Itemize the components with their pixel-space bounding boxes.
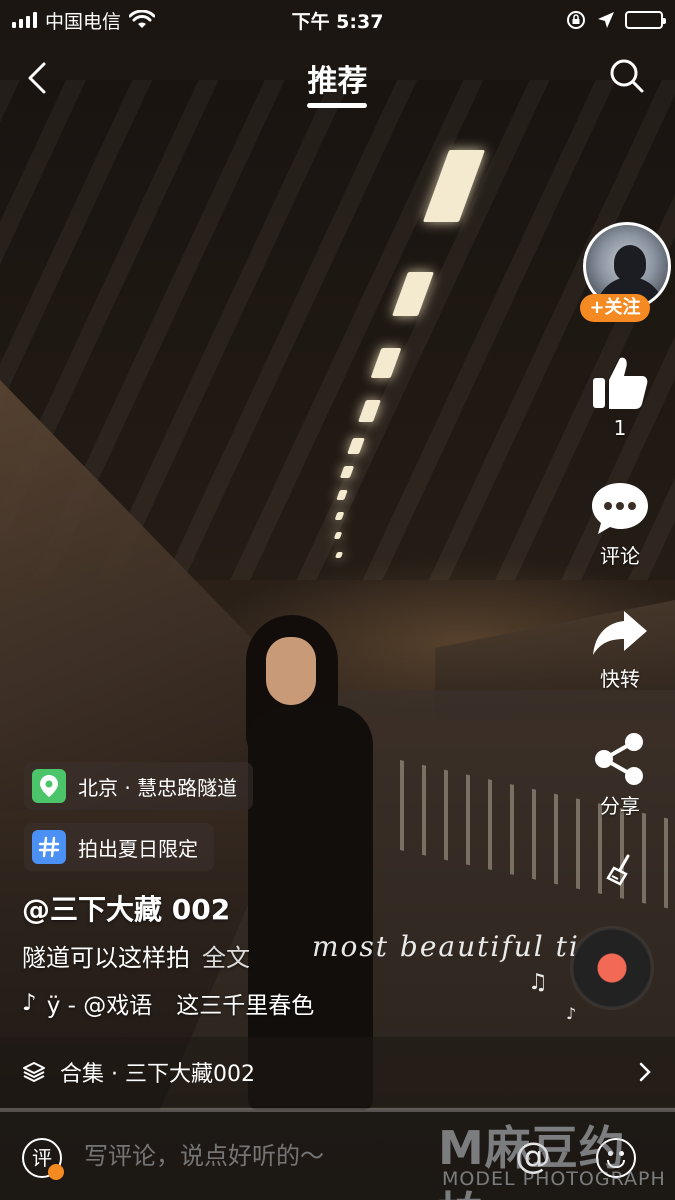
expand-caption-link[interactable]: 全文 bbox=[202, 944, 250, 972]
location-pin-icon bbox=[32, 769, 66, 803]
repost-button[interactable]: 快转 bbox=[565, 607, 675, 692]
author-name[interactable]: @三下大藏 002 bbox=[22, 888, 230, 928]
music-note-icon: ♪ bbox=[566, 1004, 577, 1023]
comment-ping-button[interactable]: 评 bbox=[22, 1138, 64, 1180]
notification-dot bbox=[48, 1164, 64, 1180]
signal-icon bbox=[12, 12, 37, 28]
status-bar: 中国电信 下午 5:37 bbox=[0, 0, 675, 40]
like-count: 1 bbox=[613, 416, 627, 440]
music-disc[interactable] bbox=[572, 928, 652, 1008]
search-icon[interactable] bbox=[607, 56, 647, 96]
model-figure bbox=[240, 615, 375, 1110]
collection-bar[interactable]: 合集 · 三下大藏002 bbox=[0, 1037, 675, 1107]
location-icon bbox=[598, 12, 614, 28]
comment-label: 评论 bbox=[600, 544, 640, 568]
cursive-overlay-text: most beautiful ti bbox=[312, 930, 580, 963]
chevron-right-icon bbox=[639, 1062, 651, 1082]
music-note-icon: ♫ bbox=[528, 970, 548, 995]
page-title[interactable]: 推荐 bbox=[0, 56, 675, 100]
location-label: 北京 · 慧忠路隧道 bbox=[78, 775, 238, 800]
topic-tag[interactable]: 拍出夏日限定 bbox=[24, 823, 214, 871]
broom-icon bbox=[606, 854, 630, 886]
post-caption: 隧道可以这样拍 全文 bbox=[22, 938, 250, 973]
battery-charging-icon bbox=[625, 11, 666, 29]
emoji-icon[interactable] bbox=[596, 1138, 636, 1178]
layers-icon bbox=[23, 1062, 45, 1082]
share-label: 分享 bbox=[600, 794, 640, 818]
collection-label: 合集 · 三下大藏002 bbox=[60, 1062, 255, 1087]
top-nav: 推荐 bbox=[0, 48, 675, 108]
carrier-name: 中国电信 bbox=[45, 10, 122, 33]
status-right-group bbox=[565, 9, 666, 31]
music-artist: ÿ - @戏语 bbox=[46, 993, 153, 1019]
music-note-icon: ♪ bbox=[22, 990, 37, 1016]
repost-label: 快转 bbox=[600, 667, 640, 691]
rotation-lock-icon bbox=[567, 11, 585, 29]
clean-button[interactable] bbox=[565, 852, 675, 888]
comment-input[interactable] bbox=[84, 1142, 484, 1170]
share-button[interactable]: 分享 bbox=[565, 732, 675, 819]
topic-label: 拍出夏日限定 bbox=[78, 836, 198, 861]
like-button[interactable]: 1 bbox=[565, 354, 675, 440]
comment-button[interactable]: 评论 bbox=[565, 480, 675, 569]
follow-button[interactable]: +关注 bbox=[580, 294, 650, 322]
location-tag[interactable]: 北京 · 慧忠路隧道 bbox=[24, 762, 254, 810]
comment-bubble-icon bbox=[592, 483, 648, 534]
wifi-icon bbox=[129, 10, 156, 28]
hashtag-icon bbox=[32, 830, 66, 864]
music-info[interactable]: ♪ ÿ - @戏语 这三千里春色 bbox=[22, 986, 314, 1020]
forward-arrow-icon bbox=[593, 611, 647, 655]
music-song-title: 这三千里春色 bbox=[176, 993, 315, 1019]
thumbs-up-icon bbox=[593, 357, 648, 409]
share-icon bbox=[595, 733, 643, 785]
mention-button[interactable]: @ bbox=[515, 1136, 551, 1177]
tab-underline bbox=[307, 103, 367, 108]
caption-text: 隧道可以这样拍 bbox=[22, 944, 190, 972]
avatar-silhouette bbox=[614, 245, 646, 281]
comment-bar: 评 @ bbox=[0, 1112, 675, 1200]
model-face bbox=[266, 637, 316, 705]
